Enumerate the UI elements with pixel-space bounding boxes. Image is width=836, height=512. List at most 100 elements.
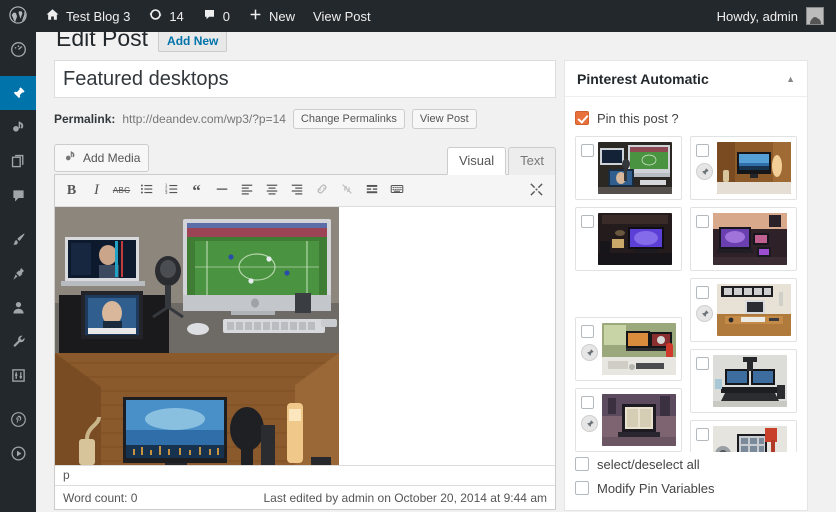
pin-image-2-checkbox[interactable] <box>696 144 709 157</box>
post-title-input[interactable] <box>54 60 556 98</box>
fullscreen-button[interactable] <box>524 179 549 203</box>
comments-button[interactable]: 0 <box>193 0 239 32</box>
select-deselect-all-checkbox[interactable] <box>575 457 589 471</box>
sidebar-item-tools[interactable] <box>0 324 36 358</box>
modify-pin-variables-row[interactable]: Modify Pin Variables <box>575 476 797 500</box>
pin-thumb-5 <box>717 284 791 336</box>
select-deselect-all-row[interactable]: select/deselect all <box>575 452 797 476</box>
change-permalinks-button[interactable]: Change Permalinks <box>292 109 405 129</box>
sidebar-item-posts[interactable] <box>0 76 44 110</box>
updates-count: 14 <box>169 8 184 24</box>
add-media-label: Add Media <box>83 151 141 165</box>
italic-button[interactable]: I <box>84 179 109 203</box>
metabox-header[interactable]: Pinterest Automatic ▲ <box>565 61 807 97</box>
pin-thumb-3 <box>598 213 672 265</box>
pin-image-1-checkbox[interactable] <box>581 144 594 157</box>
home-icon <box>45 7 60 25</box>
play-circle-icon <box>10 445 27 462</box>
insert-link-button[interactable] <box>309 179 334 203</box>
align-right-icon <box>290 182 304 199</box>
pin-image-1[interactable] <box>575 136 682 200</box>
italic-icon: I <box>94 182 99 198</box>
strikethrough-button[interactable]: ABC <box>109 179 134 203</box>
updates-button[interactable]: 14 <box>139 0 192 32</box>
tab-visual[interactable]: Visual <box>446 147 507 175</box>
view-post-button[interactable]: View Post <box>411 109 477 129</box>
sidebar-item-plugins[interactable] <box>0 256 36 290</box>
bullet-list-button[interactable] <box>134 179 159 203</box>
pin-thumb-8 <box>602 394 676 446</box>
kitchen-sink-button[interactable] <box>384 179 409 203</box>
sidebar-item-media[interactable] <box>0 110 36 144</box>
pin-image-8-checkbox[interactable] <box>581 396 594 409</box>
horizontal-rule-button[interactable] <box>209 179 234 203</box>
sidebar-item-dashboard[interactable] <box>0 32 36 66</box>
tab-text[interactable]: Text <box>508 147 556 175</box>
sidebar-item-settings[interactable] <box>0 358 36 392</box>
pin-image-8-pin-badge[interactable] <box>581 415 598 432</box>
last-edited-label: Last edited by admin on October 20, 2014… <box>263 490 547 505</box>
pin-icon <box>10 85 27 102</box>
permalink-url[interactable]: http://deandev.com/wp3/?p=14 <box>122 112 286 126</box>
bold-button[interactable]: B <box>59 179 84 203</box>
numbered-list-button[interactable]: 123 <box>159 179 184 203</box>
new-content-button[interactable]: New <box>239 0 304 32</box>
wordpress-logo-button[interactable] <box>0 0 36 32</box>
unlink-button[interactable] <box>334 179 359 203</box>
pin-image-6-controls <box>581 323 598 375</box>
pinterest-automatic-metabox: Pinterest Automatic ▲ Pin this post ? se… <box>564 60 808 511</box>
pin-image-3-checkbox[interactable] <box>581 215 594 228</box>
comment-bubble-icon <box>202 7 217 25</box>
pin-image-7[interactable] <box>690 349 797 413</box>
pin-image-8[interactable] <box>575 388 682 452</box>
blockquote-button[interactable]: “ <box>184 179 209 203</box>
pin-image-5-checkbox[interactable] <box>696 286 709 299</box>
admin-bar: Test Blog 3 14 0 New View Post Howdy, ad… <box>0 0 836 32</box>
editor-toolbar: B I ABC 123 “ <box>55 175 555 207</box>
site-name-menu[interactable]: Test Blog 3 <box>36 0 139 32</box>
sidebar-item-appearance[interactable] <box>0 222 36 256</box>
pin-image-2[interactable] <box>690 136 797 200</box>
pin-image-4-checkbox[interactable] <box>696 215 709 228</box>
pin-this-post-checkbox[interactable] <box>575 111 589 125</box>
horizontal-rule-icon <box>215 182 229 199</box>
align-left-button[interactable] <box>234 179 259 203</box>
pin-image-9[interactable] <box>690 420 797 452</box>
add-new-button[interactable]: Add New <box>158 32 228 52</box>
pin-image-5-pin-badge[interactable] <box>696 305 713 322</box>
add-media-button[interactable]: Add Media <box>54 144 150 172</box>
pin-image-9-checkbox[interactable] <box>696 428 709 441</box>
modify-pin-variables-checkbox[interactable] <box>575 481 589 495</box>
account-menu[interactable]: Howdy, admin <box>717 7 836 25</box>
read-more-button[interactable] <box>359 179 384 203</box>
admin-sidebar-menu <box>0 32 44 512</box>
sidebar-item-pinterest[interactable] <box>0 402 36 436</box>
pin-image-3[interactable] <box>575 207 682 271</box>
view-post-link[interactable]: View Post <box>304 0 380 32</box>
sliders-icon <box>10 367 27 384</box>
sidebar-item-users[interactable] <box>0 290 36 324</box>
desktop-photo-wood-room <box>55 353 339 465</box>
sidebar-item-media-player[interactable] <box>0 436 36 470</box>
align-right-button[interactable] <box>284 179 309 203</box>
keyboard-icon <box>390 182 404 199</box>
pin-image-4[interactable] <box>690 207 797 271</box>
pin-thumb-7 <box>713 355 787 407</box>
media-icon <box>10 119 27 136</box>
sidebar-item-comments[interactable] <box>0 178 36 212</box>
pin-image-2-pin-badge[interactable] <box>696 163 713 180</box>
select-deselect-all-label: select/deselect all <box>597 456 700 472</box>
pin-this-post-row[interactable]: Pin this post ? <box>575 106 797 130</box>
editor-content-body[interactable] <box>55 207 555 465</box>
pin-image-2-controls <box>696 142 713 194</box>
pin-image-6-pin-badge[interactable] <box>581 344 598 361</box>
pin-image-6-checkbox[interactable] <box>581 325 594 338</box>
align-center-button[interactable] <box>259 179 284 203</box>
pin-image-6[interactable] <box>575 317 682 381</box>
sidebar-item-pages[interactable] <box>0 144 36 178</box>
quote-icon: “ <box>192 180 201 200</box>
pin-image-7-checkbox[interactable] <box>696 357 709 370</box>
chevron-up-icon[interactable]: ▲ <box>786 74 795 84</box>
pin-image-5[interactable] <box>690 278 797 342</box>
word-count: Word count: 0 <box>63 490 138 505</box>
